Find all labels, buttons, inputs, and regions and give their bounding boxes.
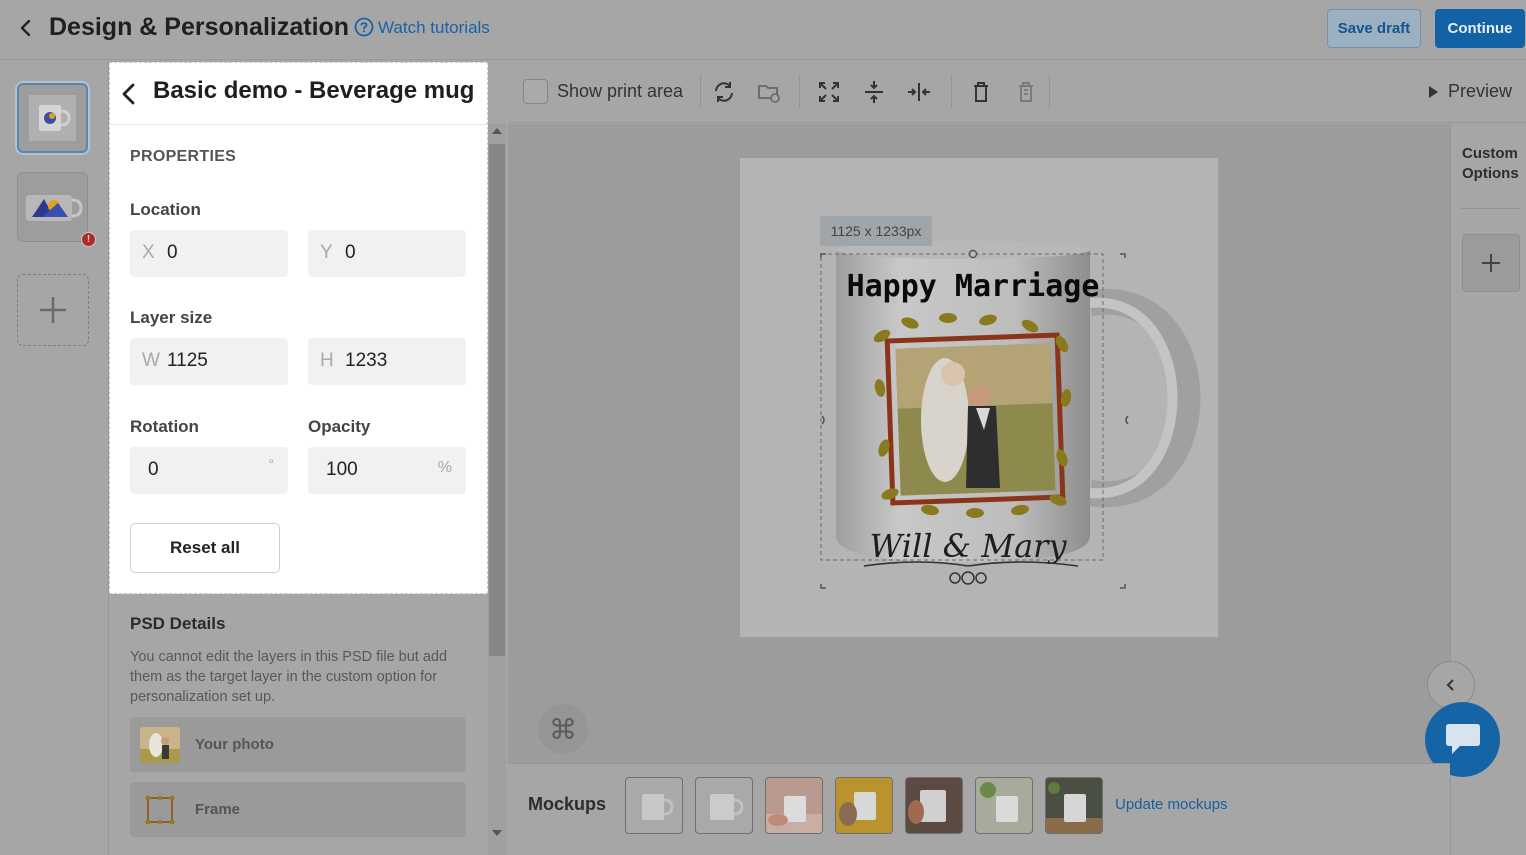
mockup-thumbnail-5[interactable]: [905, 777, 963, 834]
psd-details-section: PSD Details You cannot edit the layers i…: [109, 594, 488, 855]
x-value: 0: [167, 242, 178, 263]
mockup-thumbnail-6[interactable]: [975, 777, 1033, 834]
mug-thumbnail-image: [26, 195, 83, 221]
divider: [1461, 208, 1521, 209]
y-prefix: Y: [320, 242, 333, 263]
command-shortcut-button[interactable]: ⌘: [538, 704, 588, 754]
height-input[interactable]: H 1233: [308, 338, 466, 385]
chat-bubble-icon: [1445, 723, 1480, 754]
psd-layer-label: Your photo: [195, 736, 274, 753]
psd-details-title: PSD Details: [130, 614, 226, 633]
chevron-left-icon: [1446, 679, 1454, 691]
mockup-thumbnail-3[interactable]: [765, 777, 823, 834]
scroll-up-arrow-icon[interactable]: [492, 128, 502, 134]
reset-all-button[interactable]: Reset all: [130, 523, 280, 573]
opacity-input[interactable]: 100 %: [308, 447, 466, 494]
width-input[interactable]: W 1125: [130, 338, 288, 385]
show-print-area-checkbox[interactable]: [523, 79, 548, 104]
properties-panel: Basic demo - Beverage mug PROPERTIES Loc…: [109, 62, 488, 594]
page-title: Design & Personalization: [49, 13, 350, 41]
save-draft-button[interactable]: Save draft: [1327, 9, 1421, 48]
properties-section-label: PROPERTIES: [130, 148, 237, 165]
plus-icon: [40, 297, 66, 323]
watch-tutorials-link[interactable]: Watch tutorials: [378, 18, 490, 38]
toolbar-divider: [799, 75, 800, 108]
mockups-label: Mockups: [528, 794, 607, 814]
top-bar: Design & Personalization Watch tutorials…: [0, 0, 1526, 60]
design-thumbnail-1[interactable]: [17, 83, 88, 153]
opacity-label: Opacity: [308, 417, 371, 436]
folder-sync-icon[interactable]: [756, 79, 782, 105]
psd-layer-label: Frame: [195, 801, 241, 818]
degree-unit: °: [268, 456, 274, 472]
rotation-label: Rotation: [130, 417, 199, 436]
add-design-button[interactable]: [17, 274, 89, 346]
h-prefix: H: [320, 350, 334, 371]
mug-names-text: Will & Mary: [869, 527, 1067, 565]
properties-header: Basic demo - Beverage mug: [110, 63, 487, 125]
photo-layer-thumbnail: [140, 727, 180, 763]
custom-options-title-line-1: Custom: [1462, 145, 1518, 162]
mug-preview-image[interactable]: Happy Marriage Will & Mary: [740, 158, 1218, 637]
preview-button[interactable]: Preview: [1428, 81, 1512, 102]
dimension-badge: 1125 x 1233px: [820, 216, 932, 246]
mug-title-text: Happy Marriage: [847, 269, 1100, 304]
psd-details-description: You cannot edit the layers in this PSD f…: [130, 649, 448, 705]
update-mockups-link[interactable]: Update mockups: [1115, 796, 1228, 813]
custom-options-title: Custom Options: [1462, 144, 1519, 184]
toolbar-divider: [951, 75, 952, 108]
properties-scrollbar[interactable]: [488, 124, 506, 855]
toolbar-divider: [1049, 75, 1050, 108]
replace-icon[interactable]: [711, 79, 737, 105]
mockup-thumbnail-7[interactable]: [1045, 777, 1103, 834]
delete-icon[interactable]: [968, 79, 994, 105]
delete-all-icon[interactable]: [1013, 79, 1039, 105]
mockup-thumbnail-2[interactable]: [695, 777, 753, 834]
back-arrow-icon[interactable]: [14, 16, 38, 40]
x-prefix: X: [142, 242, 155, 263]
preview-label: Preview: [1448, 81, 1513, 101]
error-badge: !: [81, 232, 96, 247]
psd-layer-item[interactable]: Frame: [130, 782, 466, 837]
continue-button[interactable]: Continue: [1435, 9, 1525, 48]
align-vertical-center-icon[interactable]: [861, 79, 887, 105]
add-custom-option-button[interactable]: [1462, 234, 1520, 292]
mockup-thumbnail-1[interactable]: [625, 777, 683, 834]
show-print-area-label[interactable]: Show print area: [557, 81, 683, 102]
layer-title: Basic demo - Beverage mug: [153, 77, 475, 104]
design-thumbnail-2[interactable]: [17, 172, 88, 242]
plus-icon: [1482, 254, 1500, 272]
align-horizontal-center-icon[interactable]: [906, 79, 932, 105]
mockup-thumbnail-4[interactable]: [835, 777, 893, 834]
y-value: 0: [345, 242, 356, 263]
toolbar-divider: [700, 75, 701, 108]
opacity-value: 100: [326, 459, 358, 480]
design-canvas[interactable]: Happy Marriage Will & Mary 1125 x 1233px…: [508, 124, 1450, 763]
location-y-input[interactable]: Y 0: [308, 230, 466, 277]
height-value: 1233: [345, 350, 388, 371]
fit-expand-icon[interactable]: [816, 79, 842, 105]
rotation-input[interactable]: 0 °: [130, 447, 288, 494]
scrollbar-thumb[interactable]: [489, 144, 505, 656]
mug-thumbnail-image: [29, 95, 76, 141]
frame-layer-thumbnail: [140, 792, 180, 828]
w-prefix: W: [142, 350, 160, 371]
location-label: Location: [130, 200, 201, 219]
location-x-input[interactable]: X 0: [130, 230, 288, 277]
scroll-down-arrow-icon[interactable]: [492, 830, 502, 836]
canvas-toolbar: Show print area Preview: [508, 61, 1526, 123]
psd-layer-item[interactable]: Your photo: [130, 717, 466, 772]
design-pages-rail: !: [0, 61, 109, 855]
layer-size-label: Layer size: [130, 308, 213, 327]
help-circle-icon[interactable]: [354, 17, 374, 37]
width-value: 1125: [167, 350, 208, 371]
rotation-value: 0: [148, 459, 159, 480]
back-chevron-icon[interactable]: [116, 81, 142, 107]
mockups-bar: Mockups Update mockups: [508, 763, 1450, 855]
custom-options-title-line-2: Options: [1462, 165, 1519, 182]
percent-unit: %: [437, 459, 452, 476]
